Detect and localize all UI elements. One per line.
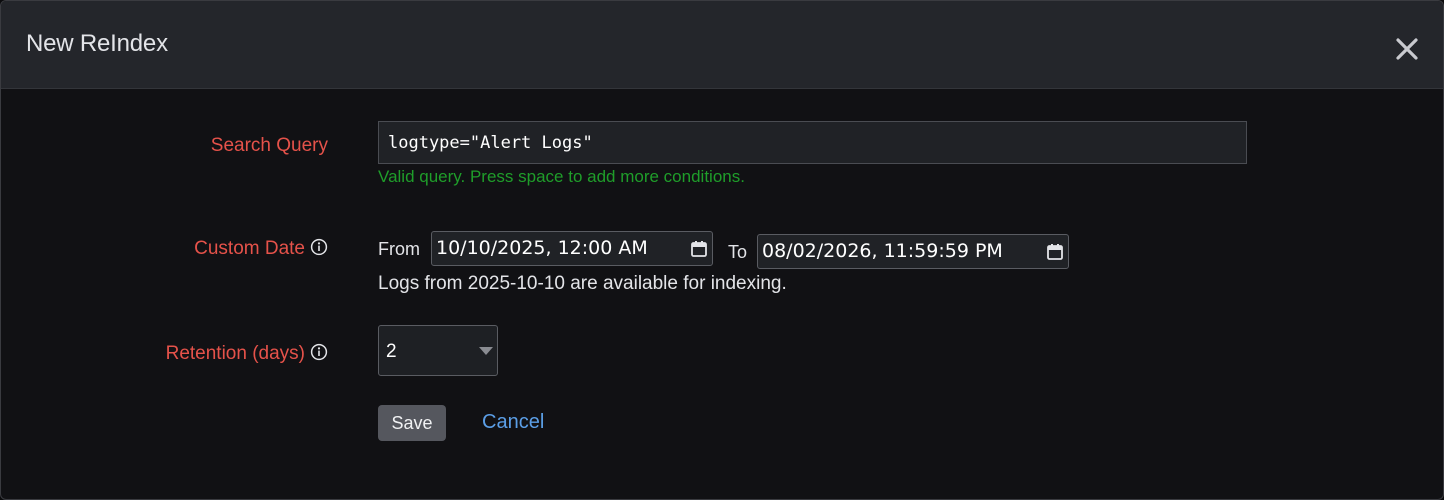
custom-date-label-row: Custom Date — [194, 238, 328, 260]
info-icon[interactable] — [310, 343, 328, 361]
from-date-value: 10/10/2025, 12:00 AM — [436, 237, 648, 259]
caret-down-icon — [479, 347, 493, 355]
calendar-icon[interactable] — [1046, 243, 1064, 261]
search-query-input[interactable] — [378, 121, 1247, 164]
to-date-input[interactable]: 08/02/2026, 11:59:59 PM — [757, 234, 1069, 269]
close-button[interactable] — [1393, 35, 1421, 63]
retention-label: Retention (days) — [165, 343, 305, 364]
to-date-value: 08/02/2026, 11:59:59 PM — [762, 240, 1003, 262]
reindex-dialog: New ReIndex Search Query Valid query. Pr… — [0, 0, 1444, 500]
search-query-label: Search Query — [210, 135, 328, 156]
info-icon[interactable] — [310, 238, 328, 256]
retention-select[interactable]: 2 — [378, 325, 498, 376]
query-validation-message: Valid query. Press space to add more con… — [378, 167, 745, 186]
to-label: To — [728, 242, 748, 262]
cancel-link[interactable]: Cancel — [482, 411, 544, 434]
from-label: From — [378, 239, 420, 259]
custom-date-label: Custom Date — [194, 238, 305, 259]
save-button[interactable]: Save — [378, 405, 446, 441]
retention-label-row: Retention (days) — [166, 343, 328, 365]
retention-selected-value: 2 — [386, 341, 397, 362]
date-availability-message: Logs from 2025-10-10 are available for i… — [378, 273, 787, 294]
dialog-title: New ReIndex — [26, 30, 168, 57]
close-icon — [1396, 38, 1418, 60]
from-date-input[interactable]: 10/10/2025, 12:00 AM — [431, 231, 713, 266]
calendar-icon[interactable] — [690, 240, 708, 258]
dialog-header: New ReIndex — [1, 1, 1443, 89]
